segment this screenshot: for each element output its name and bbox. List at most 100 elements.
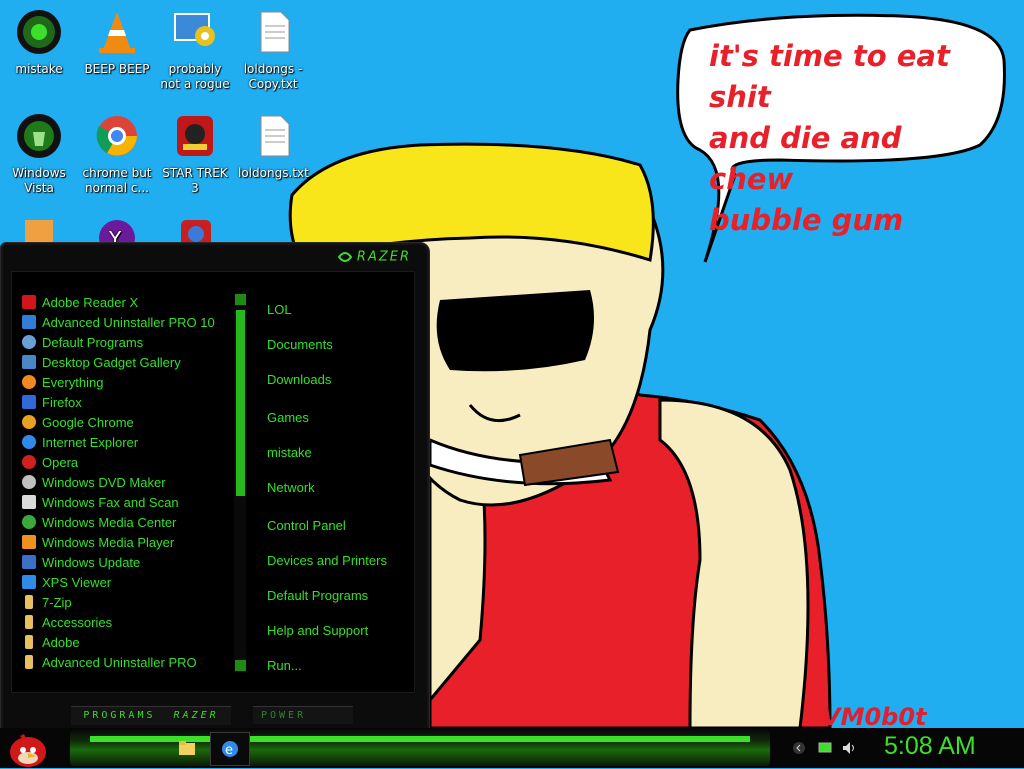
scroll-up-button[interactable] [235,294,246,305]
program-label: XPS Viewer [42,574,112,590]
place-lol[interactable]: LOL [267,302,292,317]
program-item[interactable]: Adobe Reader X [22,292,232,312]
program-item[interactable]: Opera [22,452,232,472]
start-menu: RAZER Adobe Reader X Advanced Uninstalle… [0,242,430,732]
desktop-icon-loldongs[interactable]: loldongs.txt [238,112,309,181]
angry-birds-star-wars-icon [177,116,213,156]
folder-icon [25,595,33,609]
uninstaller-icon [22,315,36,329]
all-programs-label: PROGRAMS [83,710,156,721]
search-icon [22,375,36,389]
program-item[interactable]: Google Chrome [22,412,232,432]
scroll-down-button[interactable] [235,660,246,671]
place-mistake[interactable]: mistake [267,445,312,460]
razer-snake-icon [337,252,353,262]
speech-line: bubble gum [709,203,904,237]
desktop-icon-chrome[interactable]: chrome but normal c... [82,112,152,196]
desktop-icon-loldongs-copy[interactable]: loldongs - Copy.txt [238,8,308,92]
media-player-icon [22,535,36,549]
power-label: POWER [261,710,307,721]
program-item[interactable]: Accessories [22,612,232,632]
program-item[interactable]: Internet Explorer [22,432,232,452]
chrome-icon [96,116,137,156]
desktop-icon-probably-not-a-rogue[interactable]: probably not a rogue [160,8,230,92]
power-button[interactable]: POWER [253,706,353,724]
adobe-reader-icon [22,295,36,309]
program-label: Windows Media Player [42,534,175,550]
program-label: Accessories [42,614,113,630]
windows-update-icon [22,555,36,569]
system-tray [786,728,876,768]
media-center-icon [22,515,36,529]
desktop-icon-label: STAR TREK 3 [162,166,228,195]
folder-icon [179,741,195,755]
gadget-gallery-icon [22,355,36,369]
artist-signature: VM0b0t [822,703,927,731]
internet-explorer-icon: e [222,741,238,758]
program-item[interactable]: Advanced Uninstaller PRO 10 [22,312,232,332]
desktop-icon-mistake[interactable]: mistake [4,8,74,77]
settings-monitor-icon [174,13,215,46]
program-label: Adobe [42,634,80,650]
desktop-icon-label: mistake [15,62,63,76]
program-item[interactable]: Adobe [22,632,232,652]
place-devices-printers[interactable]: Devices and Printers [267,553,387,568]
place-control-panel[interactable]: Control Panel [267,518,346,533]
place-default-programs[interactable]: Default Programs [267,588,368,603]
program-label: Advanced Uninstaller PRO [42,654,197,670]
program-item[interactable]: Desktop Gadget Gallery [22,352,232,372]
desktop-icon-label: probably not a rogue [160,62,230,91]
program-label: Desktop Gadget Gallery [42,354,181,370]
desktop-icon-star-trek-3[interactable]: STAR TREK 3 [160,112,230,196]
program-item[interactable]: Windows Media Center [22,512,232,532]
chrome-icon [22,415,36,429]
angry-bird-icon[interactable] [6,728,50,768]
program-item[interactable]: Firefox [22,392,232,412]
all-programs-button[interactable]: PROGRAMS RAZER [71,706,231,725]
svg-text:e: e [225,743,233,758]
program-list-scrollbar[interactable] [234,294,246,672]
desktop-icon-windows-vista[interactable]: Windows Vista [4,112,74,196]
taskbar-clock[interactable]: 5:08 AM [884,732,976,761]
program-label: Adobe Reader X [42,294,139,310]
program-label: Windows Media Center [42,514,177,530]
program-label: Advanced Uninstaller PRO 10 [42,314,215,330]
program-item[interactable]: Advanced Uninstaller PRO [22,652,232,672]
program-item[interactable]: Default Programs [22,332,232,352]
program-item[interactable]: XPS Viewer [22,572,232,592]
desktop-icon-beep-beep[interactable]: BEEP BEEP [82,8,152,77]
network-icon[interactable] [818,741,832,755]
recycle-bin-icon [17,114,61,158]
program-item[interactable]: Windows DVD Maker [22,472,232,492]
place-run[interactable]: Run... [267,658,302,673]
program-item[interactable]: Windows Update [22,552,232,572]
scrollbar-thumb[interactable] [236,310,245,496]
program-label: Windows Update [42,554,141,570]
program-item[interactable]: Windows Media Player [22,532,232,552]
program-item[interactable]: 7-Zip [22,592,232,612]
place-games[interactable]: Games [267,410,309,425]
firefox-icon [22,395,36,409]
taskbar-explorer-button[interactable] [168,732,206,764]
volume-icon[interactable] [842,741,858,755]
program-item[interactable]: Everything [22,372,232,392]
program-label: Default Programs [42,334,144,350]
speech-line: it's time to eat shit [709,39,950,114]
program-label: Windows DVD Maker [42,474,166,490]
desktop-icon-label: loldongs.txt [238,166,309,180]
fax-scan-icon [22,495,36,509]
program-list: Adobe Reader X Advanced Uninstaller PRO … [22,292,232,672]
razer-orb-icon [17,10,61,54]
place-network[interactable]: Network [267,480,315,495]
place-documents[interactable]: Documents [267,337,333,352]
taskbar-ie-button[interactable]: e [210,732,250,766]
place-downloads[interactable]: Downloads [267,372,331,387]
program-label: 7-Zip [42,594,72,610]
chevron-icon[interactable] [792,741,806,755]
default-programs-icon [22,335,36,349]
place-help-support[interactable]: Help and Support [267,623,368,638]
program-label: Internet Explorer [42,434,139,450]
vlc-cone-icon [99,12,135,53]
taskbar: e 5:08 AM [0,728,1024,768]
program-item[interactable]: Windows Fax and Scan [22,492,232,512]
